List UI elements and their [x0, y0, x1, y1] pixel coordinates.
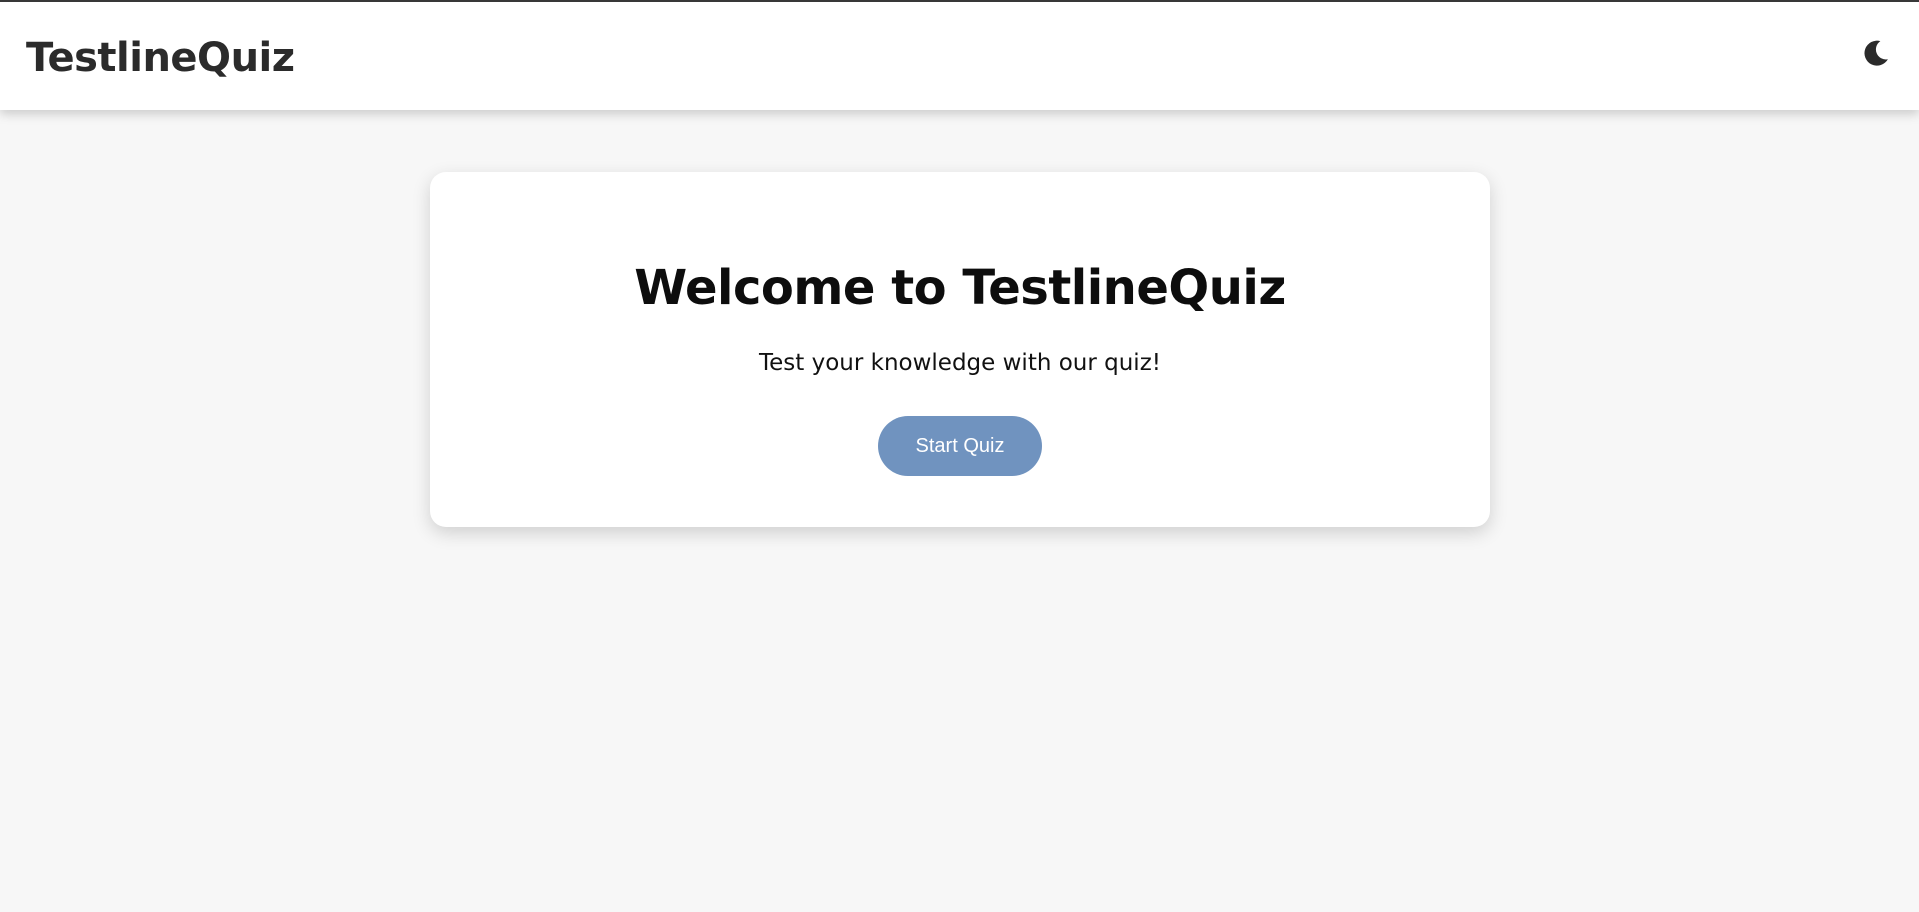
- welcome-subtitle: Test your knowledge with our quiz!: [759, 350, 1161, 376]
- welcome-title: Welcome to TestlineQuiz: [634, 260, 1286, 316]
- moon-icon: [1864, 40, 1888, 66]
- theme-toggle-button[interactable]: [1859, 36, 1893, 70]
- welcome-card: Welcome to TestlineQuiz Test your knowle…: [430, 172, 1490, 527]
- brand-logo[interactable]: TestlineQuiz: [26, 35, 295, 81]
- navbar: TestlineQuiz: [0, 2, 1919, 110]
- start-quiz-button[interactable]: Start Quiz: [878, 416, 1042, 476]
